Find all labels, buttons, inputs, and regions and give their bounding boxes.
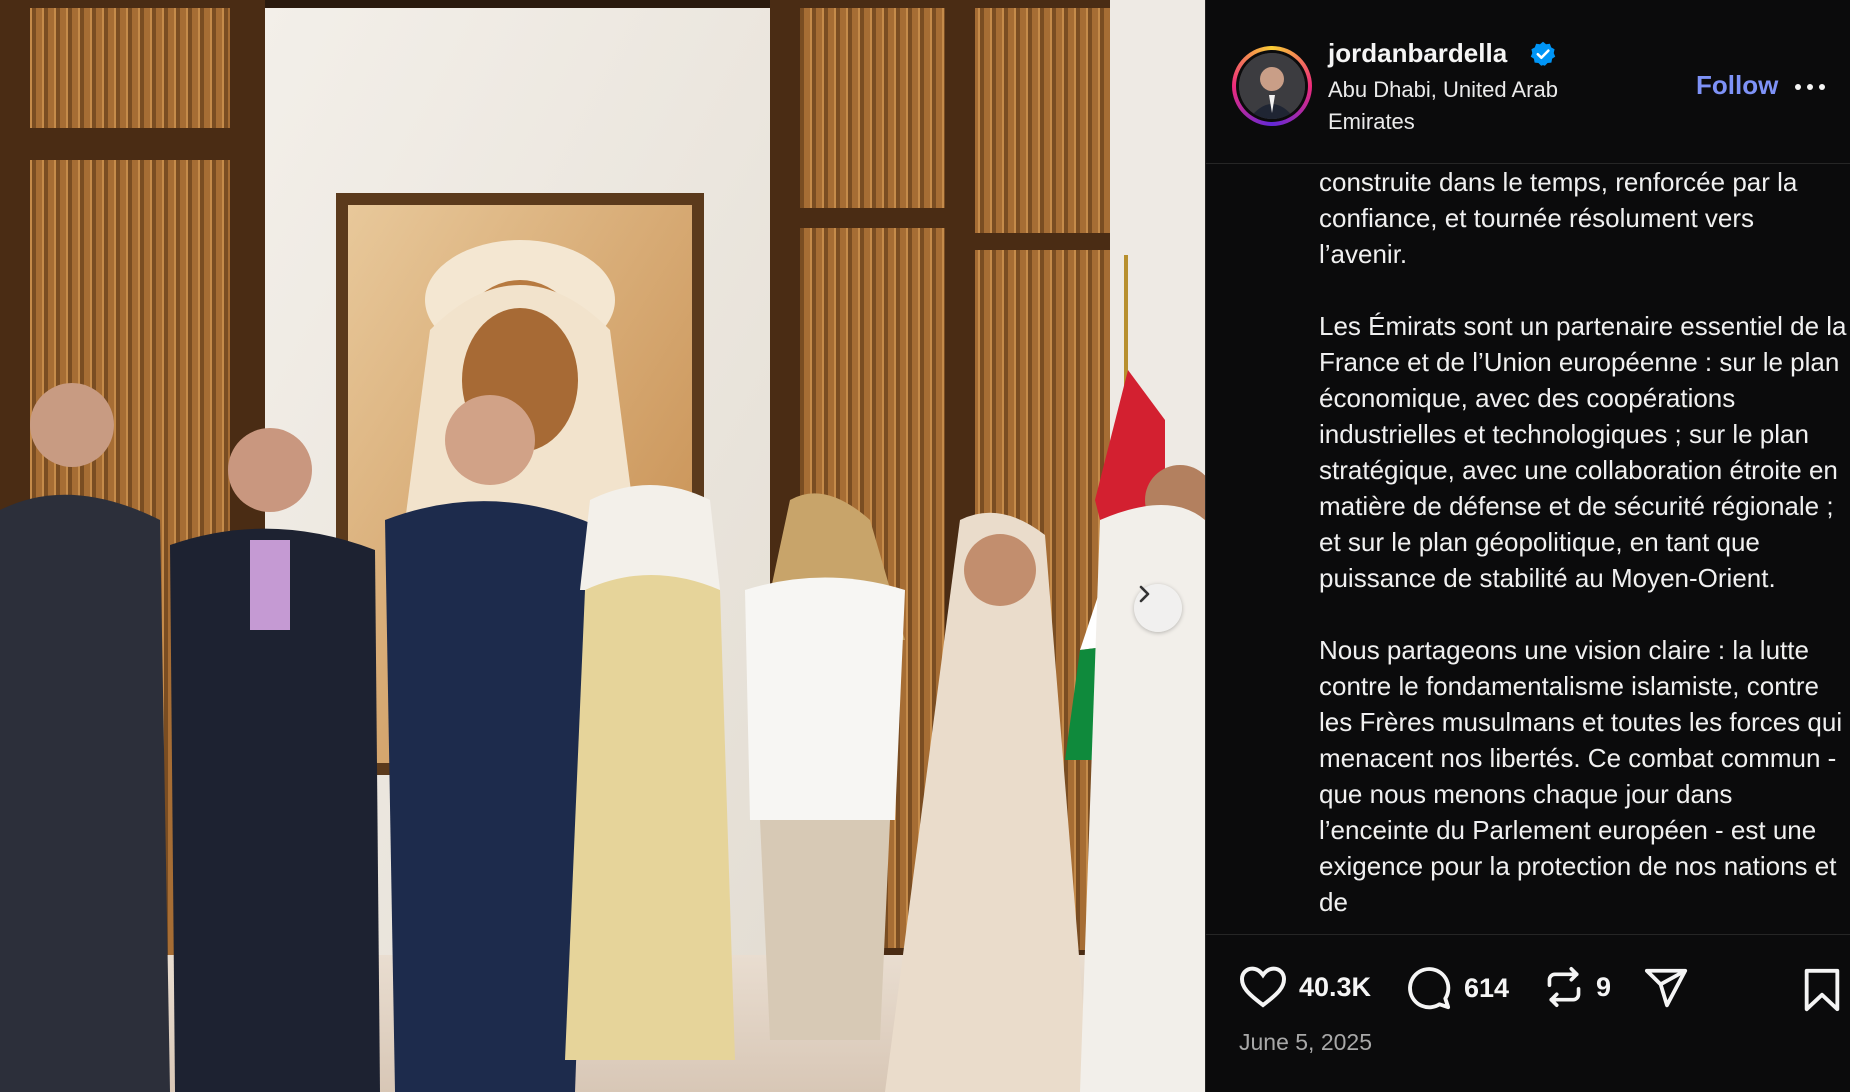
post-actions-bar: 40.3K 614 9 June 5, 2025 xyxy=(1206,934,1850,1092)
verified-badge-icon xyxy=(1530,41,1556,66)
post-side-panel: jordanbardella Abu Dhabi, United Arab Em… xyxy=(1205,0,1850,1092)
comment-button[interactable]: 614 xyxy=(1406,965,1509,1011)
post-location[interactable]: Abu Dhabi, United Arab Emirates xyxy=(1328,74,1628,138)
bookmark-icon xyxy=(1804,968,1840,1012)
group-photo-image xyxy=(0,0,1205,1092)
comment-count: 614 xyxy=(1464,972,1510,1003)
post-date[interactable]: June 5, 2025 xyxy=(1239,1029,1372,1056)
username[interactable]: jordanbardella xyxy=(1328,38,1507,69)
chevron-right-icon xyxy=(1139,585,1150,603)
post-caption: construite dans le temps, renforcée par … xyxy=(1319,167,1847,917)
post-header: jordanbardella Abu Dhabi, United Arab Em… xyxy=(1206,0,1850,164)
more-options-icon[interactable] xyxy=(1790,72,1830,102)
post-photo[interactable] xyxy=(0,0,1205,1092)
share-icon xyxy=(1644,968,1688,1008)
avatar[interactable] xyxy=(1232,46,1312,126)
repost-button[interactable]: 9 xyxy=(1544,965,1611,1009)
heart-icon xyxy=(1239,966,1287,1008)
repost-icon xyxy=(1547,966,1581,1007)
caption-scroll-area[interactable]: construite dans le temps, renforcée par … xyxy=(1206,164,1850,934)
follow-button[interactable]: Follow xyxy=(1696,70,1778,101)
next-photo-button[interactable] xyxy=(1134,584,1182,632)
save-button[interactable] xyxy=(1802,967,1842,1018)
comment-icon xyxy=(1408,967,1451,1010)
repost-count: 9 xyxy=(1596,971,1612,1002)
profile-picture xyxy=(1239,53,1305,119)
like-count: 40.3K xyxy=(1299,971,1372,1002)
share-button[interactable] xyxy=(1643,965,1689,1011)
like-button[interactable]: 40.3K xyxy=(1239,965,1371,1009)
